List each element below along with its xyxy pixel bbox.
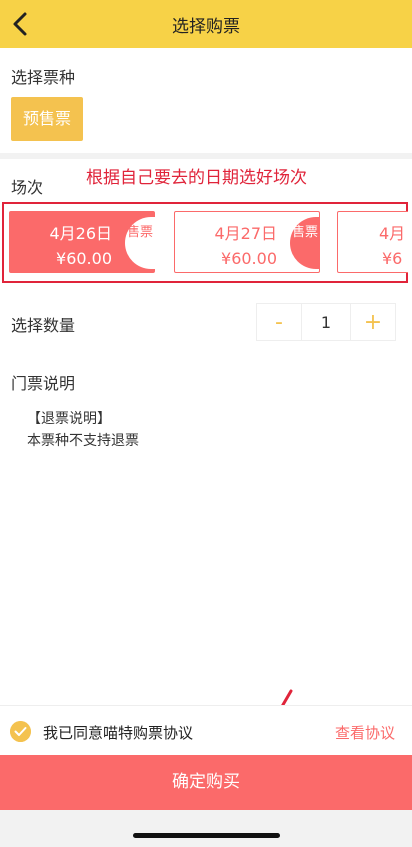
session-list: 4月26日 ¥60.00 售票 4月27日 ¥60.00 售票 4月 ¥6	[9, 209, 408, 277]
confirm-purchase-button[interactable]: 确定购买	[0, 755, 412, 810]
session-price: ¥60.00	[221, 249, 277, 268]
sale-tag: 售票	[290, 217, 320, 269]
decrease-button[interactable]: -	[256, 303, 302, 341]
session-price: ¥60.00	[56, 249, 112, 268]
increase-button[interactable]: +	[350, 303, 396, 341]
ticket-type-label: 选择票种	[11, 68, 76, 87]
quantity-value: 1	[302, 303, 350, 341]
presale-ticket-button[interactable]: 预售票	[11, 97, 83, 141]
quantity-stepper: - 1 +	[256, 303, 396, 341]
refund-title: 【退票说明】	[27, 411, 111, 427]
session-date: 4月27日	[214, 224, 277, 243]
agreement-bar: 我已同意喵特购票协议 查看协议	[0, 705, 412, 755]
checkbox-checked-icon[interactable]	[10, 721, 31, 742]
notes-label: 门票说明	[11, 374, 76, 393]
page-title: 选择购票	[172, 17, 240, 37]
session-date: 4月	[379, 224, 406, 243]
header-bar: 选择购票	[0, 0, 412, 48]
agreement-text: 我已同意喵特购票协议	[43, 724, 194, 742]
session-card[interactable]: 4月26日 ¥60.00 售票	[9, 211, 155, 273]
session-card[interactable]: 4月 ¥6	[337, 211, 408, 273]
session-price: ¥6	[382, 249, 403, 268]
view-agreement-link[interactable]: 查看协议	[335, 722, 395, 743]
annotation-text: 根据自己要去的日期选好场次	[86, 168, 307, 188]
refund-text: 本票种不支持退票	[27, 433, 139, 449]
home-area	[0, 810, 412, 847]
section-divider	[0, 153, 412, 159]
quantity-label: 选择数量	[11, 316, 76, 335]
session-date: 4月26日	[49, 224, 112, 243]
session-label: 场次	[11, 178, 44, 197]
home-indicator[interactable]	[133, 833, 280, 838]
session-card[interactable]: 4月27日 ¥60.00 售票	[174, 211, 320, 273]
sale-tag: 售票	[125, 217, 155, 269]
